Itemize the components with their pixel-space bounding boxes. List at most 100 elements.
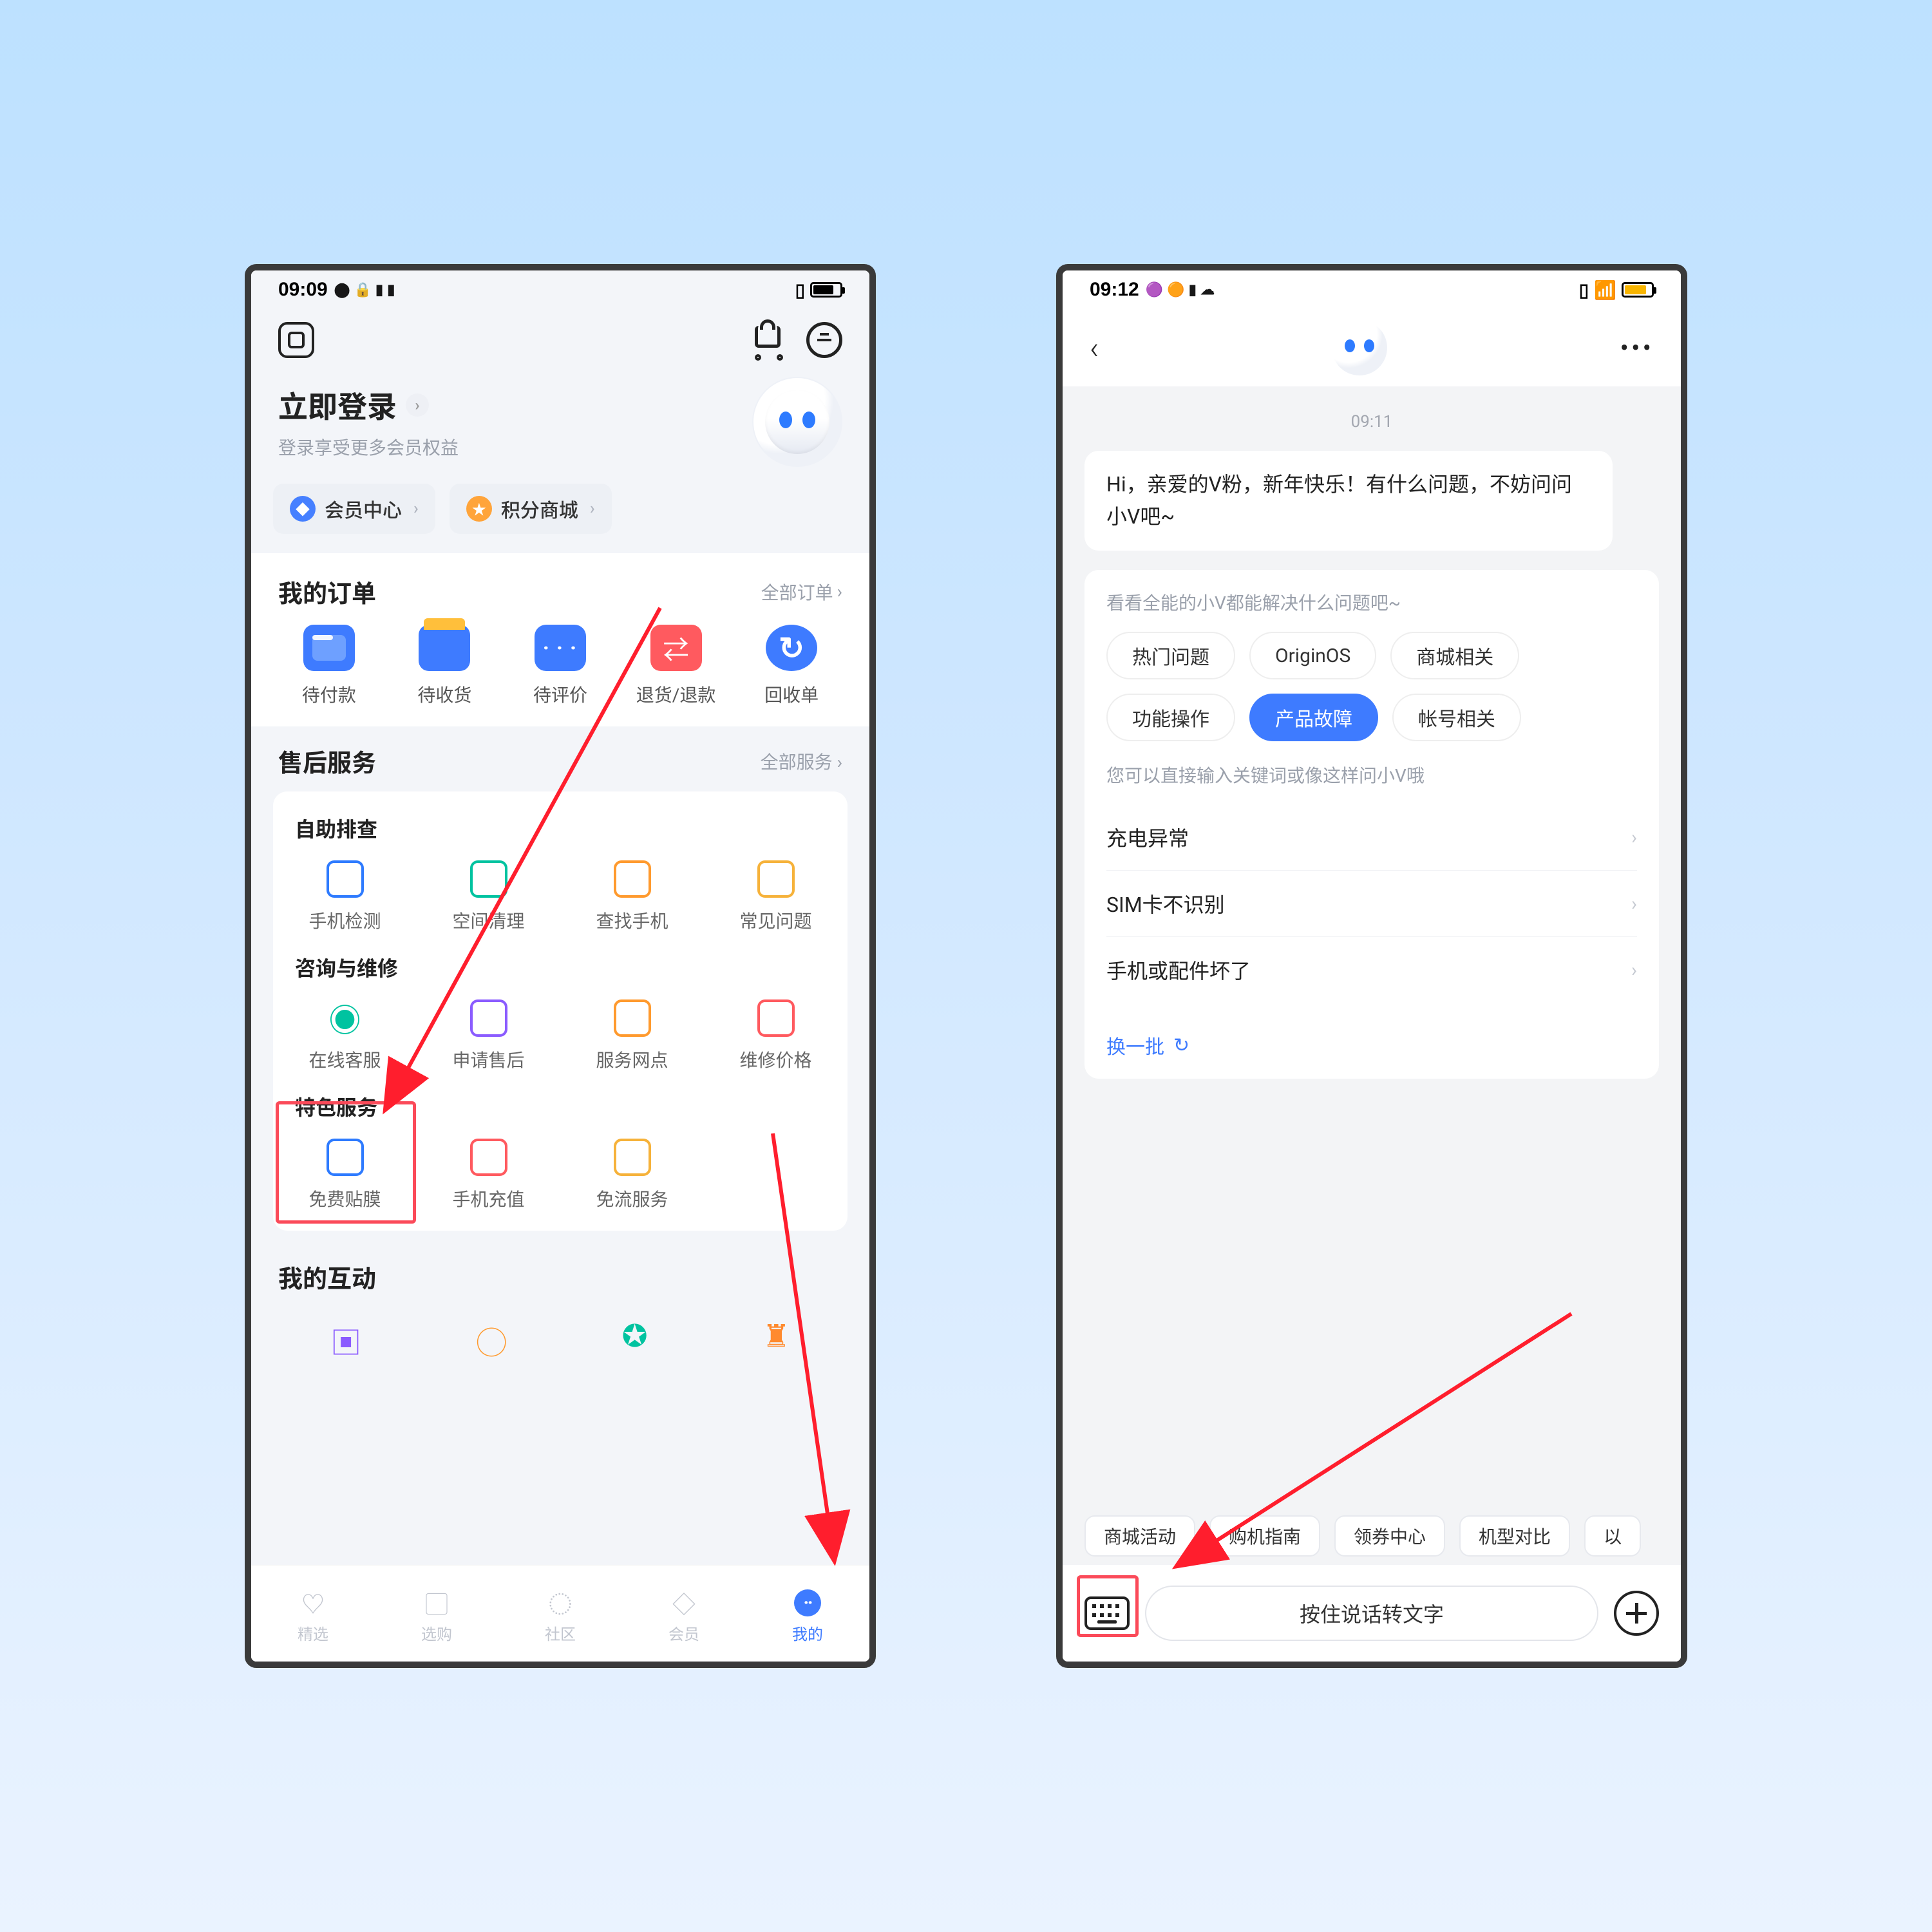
truck-icon: [612, 998, 653, 1039]
plus-icon: [1614, 1591, 1659, 1636]
feature-free-data[interactable]: 免流服务: [560, 1137, 704, 1211]
swap-icon: [650, 625, 702, 671]
pill-label: OriginOS: [1275, 645, 1350, 667]
messages-icon[interactable]: [806, 322, 842, 358]
order-recycle[interactable]: 回收单: [741, 625, 842, 707]
topic-pill-hot[interactable]: 热门问题: [1106, 632, 1235, 679]
order-label: 待收货: [417, 681, 471, 707]
keyboard-icon[interactable]: [1084, 1596, 1130, 1630]
quick-chip[interactable]: 机型对比: [1459, 1515, 1570, 1557]
quick-chip[interactable]: 商城活动: [1084, 1515, 1195, 1557]
topic-pill-mall[interactable]: 商城相关: [1390, 632, 1519, 679]
quick-chip[interactable]: 领券中心: [1334, 1515, 1445, 1557]
tab-featured[interactable]: ♡精选: [298, 1589, 328, 1644]
quick-chips-bar: 商城活动 购机指南 领券中心 机型对比 以: [1063, 1507, 1681, 1565]
wallet-icon: [303, 625, 355, 671]
plus-button[interactable]: [1614, 1591, 1659, 1636]
chat-body: 09:11 Hi，亲爱的V粉，新年快乐！有什么问题，不妨问问小V吧~ 看看全能的…: [1063, 386, 1681, 1468]
group-feature-title: 特色服务: [273, 1085, 848, 1133]
feature-free-film[interactable]: 免费贴膜: [273, 1137, 417, 1211]
faq-charging[interactable]: 充电异常›: [1106, 804, 1637, 871]
battery-icon: [810, 282, 842, 298]
tab-member[interactable]: ◇会员: [668, 1589, 699, 1644]
faq-sim[interactable]: SIM卡不识别›: [1106, 871, 1637, 937]
self-storage-clean[interactable]: 空间清理: [417, 858, 560, 933]
voice-input-button[interactable]: 按住说话转文字: [1145, 1586, 1598, 1641]
cell-label: 常见问题: [739, 907, 811, 933]
bag-icon: ▢: [423, 1589, 450, 1616]
orders-all-label: 全部订单: [761, 579, 833, 605]
chat-icon: ◌: [547, 1589, 574, 1616]
film-icon: [325, 1137, 366, 1178]
orders-title: 我的订单: [278, 574, 376, 609]
group-self-title: 自助排查: [273, 807, 848, 855]
package-icon: [419, 625, 470, 671]
cell-label: 查找手机: [596, 907, 668, 933]
tab-label: 社区: [545, 1622, 576, 1644]
topic-pill-fault[interactable]: 产品故障: [1249, 694, 1378, 741]
heart-icon: ♡: [299, 1589, 327, 1616]
profile-row: 立即登录 › 登录享受更多会员权益: [251, 370, 869, 480]
quick-chip[interactable]: 购机指南: [1209, 1515, 1320, 1557]
more-icon[interactable]: •••: [1620, 333, 1654, 363]
self-phone-check[interactable]: 手机检测: [273, 858, 417, 933]
tab-label: 选购: [421, 1622, 452, 1644]
chip-member-center[interactable]: ◆ 会员中心 ›: [273, 484, 435, 534]
pill-label: 帐号相关: [1418, 703, 1495, 732]
tab-shop[interactable]: ▢ 选购: [421, 1589, 452, 1644]
status-indicator-icons: 🟣 🟠 ▮ ☁: [1146, 281, 1215, 298]
aftersale-all-link[interactable]: 全部服务 ›: [761, 748, 842, 774]
status-bar: 09:09 ⬤ 🔒 ▮ ▮ ▯: [251, 270, 869, 309]
consult-service-points[interactable]: 服务网点: [560, 998, 704, 1072]
interact-icon[interactable]: ◯: [476, 1318, 507, 1363]
sim-icon: ▯: [795, 279, 805, 301]
diamond-outline-icon: ◇: [670, 1589, 697, 1616]
order-return[interactable]: 退货/退款: [625, 625, 727, 707]
consult-online-service[interactable]: ◉ 在线客服: [273, 998, 417, 1072]
login-subtitle: 登录享受更多会员权益: [278, 434, 459, 460]
status-bar: 09:12 🟣 🟠 ▮ ☁ ▯ 📶: [1063, 270, 1681, 309]
header-toolbar: [251, 309, 869, 370]
chevron-right-icon: ›: [837, 752, 842, 773]
consult-repair-price[interactable]: 维修价格: [704, 998, 848, 1072]
cell-label: 在线客服: [308, 1046, 381, 1072]
chip-points-mall[interactable]: ★ 积分商城 ›: [450, 484, 612, 534]
feature-topup[interactable]: 手机充值: [417, 1137, 560, 1211]
faq-label: SIM卡不识别: [1106, 889, 1225, 918]
headset-icon: ◉: [325, 998, 366, 1039]
battery-icon: [1622, 282, 1654, 298]
bot-message-text: Hi，亲爱的V粉，新年快乐！有什么问题，不妨问问小V吧~: [1106, 472, 1572, 529]
tab-community[interactable]: ◌ 社区: [545, 1589, 576, 1644]
avatar-bot-icon[interactable]: [1332, 320, 1387, 375]
refresh-label: 换一批: [1106, 1031, 1164, 1059]
settings-hex-icon[interactable]: [278, 322, 314, 358]
topic-pill-account[interactable]: 帐号相关: [1392, 694, 1521, 741]
refresh-batch[interactable]: 换一批 ↻: [1106, 1019, 1637, 1059]
star-icon: ★: [466, 496, 492, 522]
sim-icon: ▯: [1579, 279, 1589, 301]
topic-pill-originos[interactable]: OriginOS: [1249, 632, 1376, 679]
status-time: 09:12: [1090, 279, 1139, 301]
broom-icon: [468, 858, 509, 900]
self-faq[interactable]: 常见问题: [704, 858, 848, 933]
topic-pill-function[interactable]: 功能操作: [1106, 694, 1235, 741]
section-orders: 我的订单 全部订单› 待付款 待收货 待评价 退货/退款 回收单: [251, 553, 869, 726]
cell-label: 空间清理: [452, 907, 524, 933]
order-pending-payment[interactable]: 待付款: [278, 625, 380, 707]
cell-label: 手机检测: [308, 907, 381, 933]
quick-chip-truncated[interactable]: 以: [1584, 1515, 1641, 1557]
self-find-phone[interactable]: 查找手机: [560, 858, 704, 933]
tab-mine[interactable]: 我的: [792, 1589, 823, 1644]
order-pending-review[interactable]: 待评价: [509, 625, 611, 707]
interact-icon[interactable]: ✪: [621, 1318, 647, 1363]
back-icon[interactable]: ‹: [1090, 330, 1099, 366]
consult-apply-aftersale[interactable]: 申请售后: [417, 998, 560, 1072]
orders-all-link[interactable]: 全部订单›: [761, 579, 842, 605]
faq-broken[interactable]: 手机或配件坏了›: [1106, 937, 1637, 1003]
interact-icon[interactable]: ♜: [762, 1318, 790, 1363]
cart-icon[interactable]: [751, 322, 787, 358]
avatar-bot-icon[interactable]: [752, 377, 842, 467]
login-link[interactable]: 立即登录 ›: [278, 384, 459, 426]
order-pending-shipment[interactable]: 待收货: [394, 625, 496, 707]
interact-icon[interactable]: ▣: [330, 1318, 361, 1363]
